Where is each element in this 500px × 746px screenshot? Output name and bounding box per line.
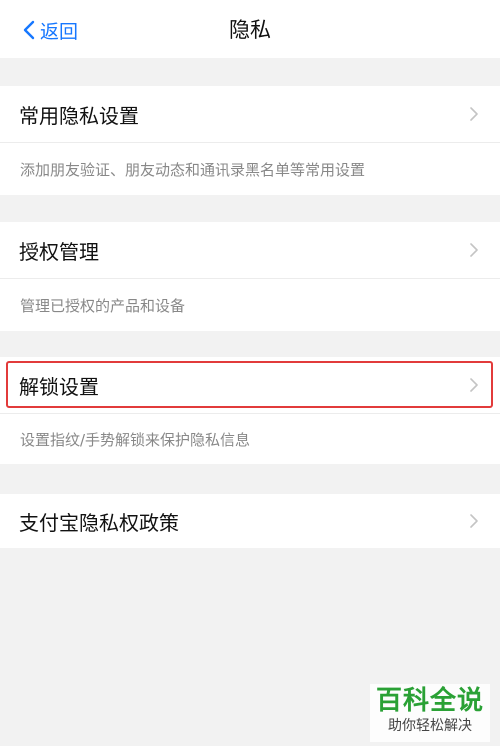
section-unlock: 解锁设置 设置指纹/手势解锁来保护隐私信息 (0, 357, 500, 464)
watermark-subtitle: 助你轻松解决 (388, 718, 472, 734)
chevron-right-icon (470, 514, 478, 528)
description-text: 设置指纹/手势解锁来保护隐私信息 (20, 430, 251, 449)
row-description: 管理已授权的产品和设备 (0, 278, 500, 331)
watermark: 百科全说 助你轻松解决 (370, 684, 490, 742)
watermark-title: 百科全说 (375, 686, 484, 716)
section-authorization: 授权管理 管理已授权的产品和设备 (0, 222, 500, 331)
row-label: 常用隐私设置 (19, 103, 139, 128)
chevron-right-icon (470, 243, 478, 257)
common-privacy-settings-row[interactable]: 常用隐私设置 (0, 86, 500, 142)
description-text: 添加朋友验证、朋友动态和通讯录黑名单等常用设置 (20, 160, 366, 179)
privacy-policy-row[interactable]: 支付宝隐私权政策 (0, 494, 500, 548)
description-text: 管理已授权的产品和设备 (20, 296, 186, 315)
authorization-management-row[interactable]: 授权管理 (0, 222, 500, 278)
row-label: 解锁设置 (19, 374, 99, 399)
chevron-right-icon (470, 107, 478, 121)
section-privacy-policy: 支付宝隐私权政策 (0, 494, 500, 548)
row-label: 支付宝隐私权政策 (19, 510, 179, 535)
chevron-right-icon (470, 378, 478, 392)
row-description: 设置指纹/手势解锁来保护隐私信息 (0, 413, 500, 464)
page-title: 隐私 (229, 18, 271, 42)
nav-bar: 返回 隐私 (0, 0, 500, 58)
row-description: 添加朋友验证、朋友动态和通讯录黑名单等常用设置 (0, 142, 500, 195)
row-label: 授权管理 (19, 239, 99, 264)
section-common-privacy: 常用隐私设置 添加朋友验证、朋友动态和通讯录黑名单等常用设置 (0, 86, 500, 195)
unlock-settings-row[interactable]: 解锁设置 (0, 357, 500, 413)
